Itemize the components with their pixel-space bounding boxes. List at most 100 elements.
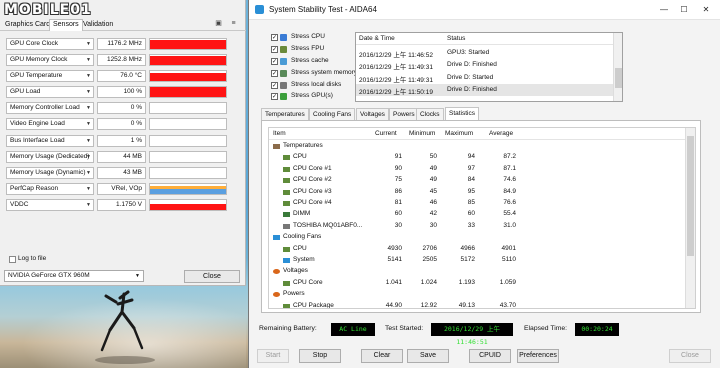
stats-row[interactable]: System 5141 2505 5172 5110 bbox=[269, 255, 685, 266]
sensor-graph bbox=[149, 102, 227, 115]
stats-row[interactable]: CPU Core 1.041 1.024 1.193 1.059 bbox=[269, 278, 685, 289]
stats-item-label: CPU Package bbox=[293, 301, 334, 309]
event-log-scrollbar[interactable] bbox=[613, 33, 622, 101]
sensor-name-dropdown[interactable]: Bus Interface Load ▼ bbox=[6, 134, 94, 147]
log-to-file-checkbox[interactable] bbox=[9, 256, 16, 263]
menu-icon[interactable]: ≡ bbox=[229, 20, 238, 28]
tab-voltages[interactable]: Voltages bbox=[356, 108, 389, 120]
log-status: Drive D: Started bbox=[447, 73, 494, 81]
stats-row[interactable]: CPU Core #3 86 45 95 84.9 bbox=[269, 187, 685, 198]
tab-validation[interactable]: Validation bbox=[80, 20, 116, 31]
sensor-name-dropdown[interactable]: GPU Memory Clock ▼ bbox=[6, 54, 94, 67]
system-icon bbox=[283, 258, 290, 263]
stats-minimum: 30 bbox=[429, 221, 437, 229]
stress-checkbox[interactable]: ✓ bbox=[271, 69, 278, 77]
statistics-scrollbar[interactable] bbox=[685, 128, 695, 308]
stats-row[interactable]: DIMM 60 42 60 55.4 bbox=[269, 209, 685, 220]
sensor-row: Memory Controller Load ▼ 0 % bbox=[6, 100, 240, 116]
elapsed-time-label: Elapsed Time: bbox=[524, 325, 568, 332]
sensor-graph bbox=[149, 134, 227, 147]
cpu-icon bbox=[283, 201, 290, 206]
sensor-name-dropdown[interactable]: GPU Temperature ▼ bbox=[6, 70, 94, 83]
preferences-button[interactable]: Preferences bbox=[517, 349, 559, 363]
log-header-status: Status bbox=[447, 35, 466, 42]
sensor-name-dropdown[interactable]: PerfCap Reason ▼ bbox=[6, 182, 94, 195]
cpuid-button[interactable]: CPUID bbox=[469, 349, 511, 363]
sensor-name-dropdown[interactable]: GPU Load ▼ bbox=[6, 86, 94, 99]
stats-group-row[interactable]: Cooling Fans bbox=[269, 232, 685, 243]
tab-cooling-fans[interactable]: Cooling Fans bbox=[309, 108, 356, 120]
stress-option: ✓ Stress CPU bbox=[271, 32, 355, 44]
maximize-button[interactable]: ☐ bbox=[677, 3, 691, 16]
sensor-name-dropdown[interactable]: GPU Core Clock ▼ bbox=[6, 38, 94, 50]
sensor-name-dropdown[interactable]: Memory Usage (Dynamic) ▼ bbox=[6, 166, 94, 179]
stats-current: 86 bbox=[394, 187, 402, 195]
close-button[interactable]: Close bbox=[669, 349, 711, 363]
cpu-icon bbox=[283, 178, 290, 184]
clear-button[interactable]: Clear bbox=[361, 349, 403, 363]
sensor-row: Memory Usage (Dedicated) ▼ 44 MB bbox=[6, 149, 240, 165]
stats-row[interactable]: CPU Core #2 75 49 84 74.6 bbox=[269, 175, 685, 186]
close-window-button[interactable]: ✕ bbox=[699, 3, 713, 16]
mobile01-logo: MOBILE01 bbox=[4, 2, 92, 18]
stress-options: ✓ Stress CPU ✓ Stress FPU ✓ Stress cache ✓ Stre… bbox=[271, 32, 357, 103]
stress-checkbox[interactable]: ✓ bbox=[271, 34, 278, 41]
stress-option-label: Stress local disks bbox=[291, 80, 342, 88]
sensor-graph bbox=[149, 54, 227, 67]
sensor-graph bbox=[149, 118, 227, 131]
stats-maximum: 97 bbox=[467, 164, 475, 172]
stress-checkbox[interactable]: ✓ bbox=[271, 57, 278, 65]
log-row[interactable]: 2016/12/29 上午 11:50:19 Drive D: Finished bbox=[356, 83, 614, 96]
stats-row[interactable]: CPU Core #1 90 49 97 87.1 bbox=[269, 164, 685, 175]
tab-graphics-card[interactable]: Graphics Card bbox=[2, 20, 53, 31]
sensor-name-dropdown[interactable]: Memory Controller Load ▼ bbox=[6, 102, 94, 115]
log-row[interactable]: 2016/12/29 上午 11:46:52 GPU3: Started bbox=[356, 47, 614, 59]
sensor-name: GPU Memory Clock bbox=[10, 56, 68, 64]
log-row[interactable]: 2016/12/29 上午 11:49:31 Drive D: Started bbox=[356, 72, 614, 84]
minimize-button[interactable]: — bbox=[657, 3, 671, 16]
gpuz-close-button[interactable]: Close bbox=[184, 270, 240, 283]
gpu-select[interactable]: NVIDIA GeForce GTX 960M ▼ bbox=[4, 270, 144, 282]
aida64-window: System Stability Test - AIDA64 — ☐ ✕ ✓ St… bbox=[248, 0, 720, 368]
stress-option-label: Stress CPU bbox=[291, 33, 325, 40]
start-button[interactable]: Start bbox=[257, 349, 289, 363]
log-time: 2016/12/29 上午 11:49:31 bbox=[359, 76, 433, 84]
stats-item-label: Temperatures bbox=[283, 142, 323, 149]
camera-icon[interactable]: ▣ bbox=[214, 20, 223, 28]
log-row[interactable]: 2016/12/29 上午 11:49:31 Drive D: Finished bbox=[356, 59, 614, 71]
stats-minimum: 45 bbox=[429, 187, 437, 195]
sensor-name-dropdown[interactable]: Video Engine Load ▼ bbox=[6, 118, 94, 131]
sensor-name-dropdown[interactable]: VDDC ▼ bbox=[6, 198, 94, 211]
stress-checkbox[interactable]: ✓ bbox=[271, 93, 278, 101]
stats-row[interactable]: CPU 91 50 94 87.2 bbox=[269, 152, 685, 163]
battery-label: Remaining Battery: bbox=[259, 325, 317, 332]
stats-row[interactable]: TOSHIBA MQ01ABF0... 30 30 33 31.0 bbox=[269, 221, 685, 232]
temperatures-icon bbox=[273, 144, 280, 149]
log-time: 2016/12/29 上午 11:46:52 bbox=[359, 52, 433, 59]
stats-row[interactable]: CPU 4930 2706 4966 4901 bbox=[269, 244, 685, 255]
scroll-thumb[interactable] bbox=[615, 68, 622, 88]
stress-checkbox[interactable]: ✓ bbox=[271, 81, 278, 89]
stats-maximum: 5172 bbox=[460, 256, 475, 263]
stress-checkbox[interactable]: ✓ bbox=[271, 45, 278, 53]
save-button[interactable]: Save bbox=[407, 349, 449, 363]
stats-group-row[interactable]: Voltages bbox=[269, 266, 685, 277]
stop-button[interactable]: Stop bbox=[299, 349, 341, 363]
stress-option: ✓ Stress FPU bbox=[271, 44, 355, 56]
chevron-down-icon: ▼ bbox=[86, 41, 91, 47]
stats-row[interactable]: CPU Core #4 81 46 85 76.6 bbox=[269, 198, 685, 209]
cpu-icon bbox=[283, 189, 290, 195]
tab-sensors[interactable]: Sensors bbox=[49, 19, 83, 31]
tab-statistics[interactable]: Statistics bbox=[445, 107, 480, 120]
chevron-down-icon: ▼ bbox=[86, 57, 91, 64]
sensor-graph bbox=[149, 166, 227, 179]
sensor-name-dropdown[interactable]: Memory Usage (Dedicated) ▼ bbox=[6, 150, 94, 163]
tab-powers[interactable]: Powers bbox=[389, 108, 419, 120]
tab-clocks[interactable]: Clocks bbox=[416, 108, 444, 120]
scroll-thumb[interactable] bbox=[687, 136, 694, 256]
stats-item-label: Voltages bbox=[283, 267, 308, 275]
stats-group-row[interactable]: Powers bbox=[269, 289, 685, 300]
tab-temperatures[interactable]: Temperatures bbox=[261, 108, 309, 120]
stats-group-row[interactable]: Temperatures bbox=[269, 141, 685, 152]
stats-row[interactable]: CPU Package 44.90 12.92 49.13 43.70 bbox=[269, 301, 685, 309]
